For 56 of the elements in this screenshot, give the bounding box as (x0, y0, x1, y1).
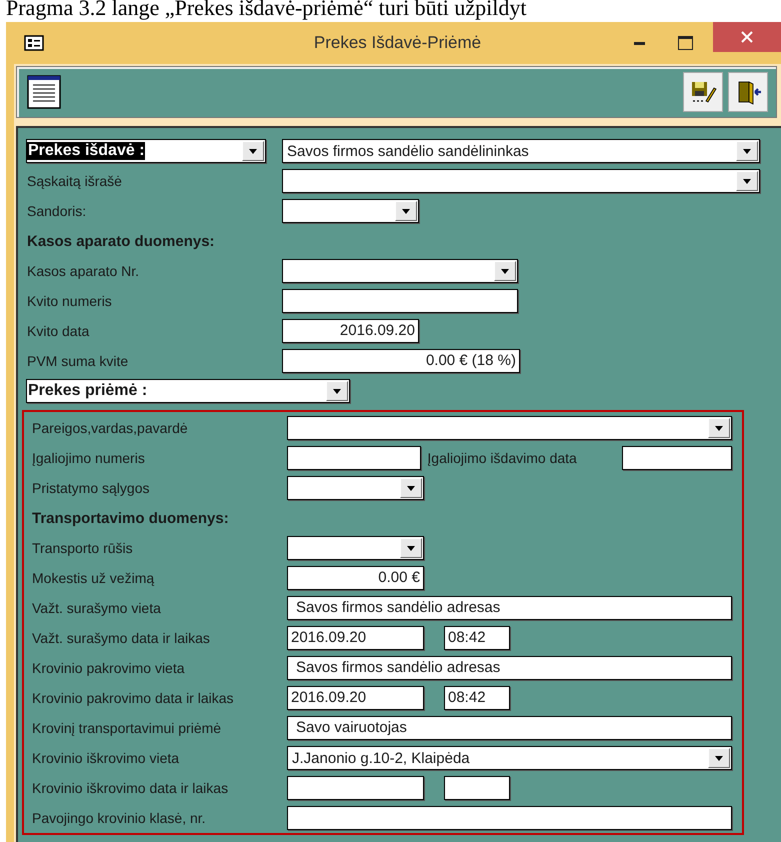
input-field[interactable]: Savos firmos sandėlio adresas (287, 596, 732, 620)
exit-door-button[interactable] (728, 72, 768, 112)
field-label: Krovinio pakrovimo vieta (31, 660, 186, 676)
dropdown[interactable] (287, 536, 424, 560)
input-field[interactable] (287, 446, 422, 470)
field-label: Pareigos,vardas,pavardė (31, 420, 189, 436)
window-title: Prekes Išdavė-Priėmė (314, 33, 482, 53)
role-dropdown[interactable]: Prekes priėmė : (26, 379, 350, 403)
date-field[interactable]: 2016.09.20 (287, 626, 424, 650)
dropdown[interactable]: J.Janonio g.10-2, Klaipėda (287, 746, 732, 770)
field-label: Krovinį transportavimui priėmė (31, 720, 222, 736)
input-field[interactable]: 0.00 € (287, 566, 424, 590)
field-label: Įgaliojimo numeris (31, 450, 146, 466)
field-label: Mokestis už vežimą (31, 570, 156, 586)
field-label: Važt. surašymo data ir laikas (31, 630, 211, 646)
field-label: Pristatymo sąlygos (31, 480, 150, 496)
input-field[interactable] (622, 446, 732, 470)
input-field[interactable]: Savos firmos sandėlio adresas (287, 656, 732, 680)
form-icon[interactable] (24, 35, 44, 51)
dropdown[interactable] (282, 199, 419, 223)
field-label: PVM suma kvite (26, 353, 130, 369)
field-label: Krovinio iškrovimo vieta (31, 750, 180, 766)
field-label: Krovinio iškrovimo data ir laikas (31, 780, 230, 796)
time-field[interactable]: 08:42 (444, 686, 510, 710)
dropdown[interactable] (287, 416, 732, 440)
field-label: Pavojingo krovinio klasė, nr. (31, 810, 207, 826)
field-label: Kasos aparato Nr. (26, 263, 140, 279)
time-field[interactable] (444, 776, 510, 800)
floppy-pencil-icon (689, 79, 717, 105)
dropdown[interactable] (282, 259, 518, 283)
role-dropdown[interactable]: Prekes išdavė : (26, 139, 266, 163)
section-heading: Kasos aparato duomenys: (26, 232, 216, 250)
section-heading: Transportavimo duomenys: (31, 510, 230, 526)
input-field[interactable]: Savo vairuotojas (287, 716, 732, 740)
time-field[interactable]: 08:42 (444, 626, 510, 650)
close-icon[interactable] (713, 22, 781, 52)
document-icon[interactable] (27, 75, 61, 109)
field-label: Kvito numeris (26, 293, 113, 309)
field-label: Važt. surašymo vieta (31, 600, 162, 616)
field-label: Sandoris: (26, 203, 88, 219)
dropdown[interactable] (287, 476, 424, 500)
input-field[interactable] (287, 806, 732, 830)
field-label: Transporto rūšis (31, 540, 134, 556)
dropdown[interactable] (282, 169, 760, 193)
input-field[interactable] (282, 289, 518, 313)
field-label: Sąskaitą išrašė (26, 173, 123, 189)
date-field[interactable]: 2016.09.20 (287, 686, 424, 710)
issuer-dropdown[interactable]: Savos firmos sandėlio sandėlininkas (282, 139, 760, 163)
input-field[interactable]: 0.00 € (18 %) (282, 349, 520, 373)
input-field[interactable]: 2016.09.20 (282, 319, 419, 343)
save-edit-button[interactable] (683, 72, 723, 112)
field-label: Kvito data (26, 323, 90, 339)
field-label: Krovinio pakrovimo data ir laikas (31, 690, 235, 706)
field-label: Įgaliojimo išdavimo data (427, 450, 578, 466)
document-caption: Pragma 3.2 lange „Prekes išdavė-priėmė“ turi būti užpildyt (5, 0, 528, 22)
date-field[interactable] (287, 776, 424, 800)
